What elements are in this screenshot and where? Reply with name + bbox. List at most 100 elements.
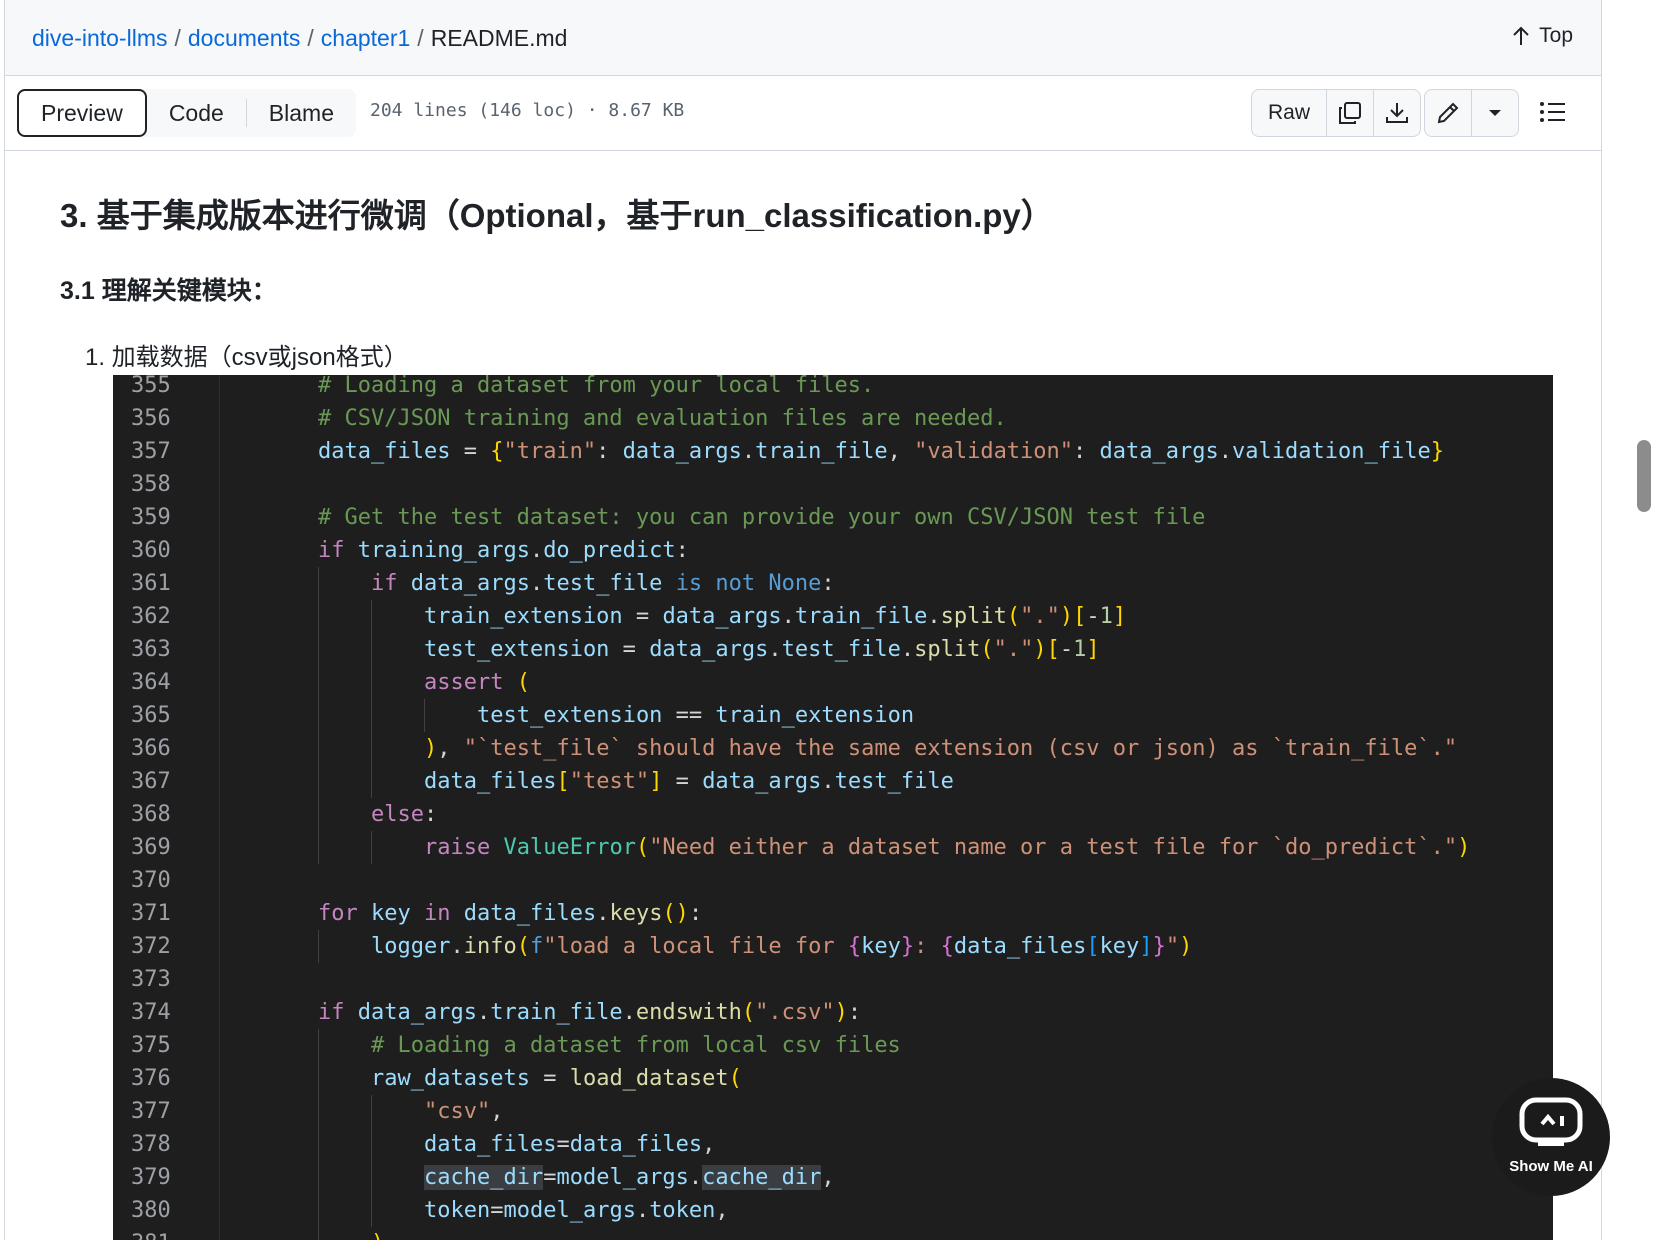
code-line: 376 raw_datasets = load_dataset(	[113, 1062, 1553, 1095]
breadcrumb-chapter-link[interactable]: chapter1	[321, 25, 411, 51]
file-header: dive-into-llms / documents / chapter1/README…	[5, 0, 1601, 76]
indent-guide	[371, 1161, 372, 1194]
line-number: 370	[131, 868, 171, 893]
indent-guide	[318, 831, 319, 864]
indent-guide	[424, 699, 425, 732]
breadcrumb-documents-link[interactable]: documents	[188, 25, 301, 51]
code-line: 359 # Get the test dataset: you can provi…	[113, 501, 1553, 534]
code-line: 370	[113, 864, 1553, 897]
page-scrollbar[interactable]	[1637, 440, 1651, 512]
line-number: 359	[131, 505, 171, 530]
code-text: data_files["test"] = data_args.test_file	[424, 769, 954, 794]
indent-guide	[318, 633, 319, 666]
code-text: logger.info(f"load a local file for {key…	[371, 934, 1193, 959]
indent-guide	[318, 1029, 319, 1062]
indent-guide	[318, 567, 319, 600]
indent-guide	[371, 732, 372, 765]
code-line: 364 assert (	[113, 666, 1553, 699]
code-line: 369 raise ValueError("Need either a datas…	[113, 831, 1553, 864]
code-line: 358	[113, 468, 1553, 501]
breadcrumb-separator: /	[307, 25, 314, 51]
outline-button[interactable]	[1539, 100, 1567, 129]
show-me-ai-label: Show Me AI	[1509, 1158, 1593, 1175]
edit-options-dropdown[interactable]	[1471, 90, 1518, 136]
tab-blame[interactable]: Blame	[247, 89, 356, 137]
code-text: raise ValueError("Need either a dataset …	[424, 835, 1471, 860]
file-info: 204 lines (146 loc) · 8.67 KB	[370, 100, 685, 121]
raw-button[interactable]: Raw	[1252, 90, 1326, 136]
line-number: 376	[131, 1066, 171, 1091]
indent-guide	[318, 600, 319, 633]
code-text: # Loading a dataset from your local file…	[318, 375, 875, 398]
line-number: 362	[131, 604, 171, 629]
file-toolbar: Preview Code Blame 204 lines (146 loc) ·…	[5, 76, 1601, 151]
line-number: 373	[131, 967, 171, 992]
code-text: assert (	[424, 670, 530, 695]
indent-guide	[371, 765, 372, 798]
breadcrumb-repo-link[interactable]: dive-into-llms	[32, 25, 167, 51]
code-text: # Loading a dataset from local csv files	[371, 1033, 901, 1058]
tab-code[interactable]: Code	[147, 89, 246, 137]
view-mode-tabs: Preview Code Blame	[17, 89, 356, 137]
breadcrumb: dive-into-llms / documents / chapter1/README…	[32, 22, 567, 54]
line-number: 371	[131, 901, 171, 926]
line-number: 366	[131, 736, 171, 761]
code-line: 380 token=model_args.token,	[113, 1194, 1553, 1227]
code-text: if training_args.do_predict:	[318, 538, 689, 563]
code-line: 355 # Loading a dataset from your local f…	[113, 375, 1553, 402]
list-unordered-icon	[1540, 102, 1565, 122]
line-number: 367	[131, 769, 171, 794]
code-text: if data_args.train_file.endswith(".csv")…	[318, 1000, 862, 1025]
line-number: 381	[131, 1227, 191, 1240]
line-number: 363	[131, 637, 171, 662]
indent-guide	[371, 699, 372, 732]
robot-icon	[1519, 1097, 1583, 1146]
indent-guide	[318, 1194, 319, 1227]
pencil-icon	[1437, 102, 1459, 124]
line-number: 365	[131, 703, 171, 728]
indent-guide	[371, 666, 372, 699]
code-text: train_extension = data_args.train_file.s…	[424, 604, 1127, 629]
indent-guide	[371, 633, 372, 666]
code-line: 365 test_extension == train_extension	[113, 699, 1553, 732]
download-button[interactable]	[1373, 90, 1420, 136]
copy-icon	[1339, 102, 1361, 124]
line-number: 358	[131, 472, 171, 497]
caret-down-icon	[1489, 110, 1501, 116]
code-text: "csv",	[424, 1099, 504, 1124]
file-actions-group: Raw	[1251, 89, 1421, 137]
indent-guide	[318, 732, 319, 765]
indent-guide	[318, 1128, 319, 1161]
code-line: 374 if data_args.train_file.endswith(".cs…	[113, 996, 1553, 1029]
edit-button[interactable]	[1425, 90, 1471, 136]
code-screenshot: 355 # Loading a dataset from your local f…	[113, 375, 1553, 1240]
copy-button[interactable]	[1326, 90, 1373, 136]
markdown-body: 3. 基于集成版本进行微调（Optional，基于run_classificat…	[5, 151, 1601, 1240]
file-view-panel: dive-into-llms / documents / chapter1/README…	[4, 0, 1602, 1240]
code-line: 379 cache_dir=model_args.cache_dir,	[113, 1161, 1553, 1194]
indent-guide	[318, 666, 319, 699]
subsection-heading: 3.1 理解关键模块：	[60, 277, 277, 305]
code-text: test_extension = data_args.test_file.spl…	[424, 637, 1100, 662]
line-number: 357	[131, 439, 171, 464]
code-line: 375 # Loading a dataset from local csv fi…	[113, 1029, 1553, 1062]
code-text: raw_datasets = load_dataset(	[371, 1066, 742, 1091]
code-line: 372 logger.info(f"load a local file for {…	[113, 930, 1553, 963]
indent-guide	[318, 798, 319, 831]
show-me-ai-button[interactable]: Show Me AI	[1492, 1078, 1610, 1196]
arrow-up-icon	[1513, 26, 1529, 45]
download-icon	[1386, 103, 1408, 123]
line-number: 380	[131, 1198, 171, 1223]
code-line: 360 if training_args.do_predict:	[113, 534, 1553, 567]
line-number: 364	[131, 670, 171, 695]
line-number: 375	[131, 1033, 171, 1058]
top-button[interactable]: Top	[1511, 24, 1573, 48]
code-text: for key in data_files.keys():	[318, 901, 703, 926]
code-line: 363 test_extension = data_args.test_file.…	[113, 633, 1553, 666]
indent-guide	[371, 831, 372, 864]
tab-preview[interactable]: Preview	[17, 89, 147, 137]
indent-guide	[318, 1161, 319, 1194]
breadcrumb-current-file: README.md	[430, 25, 568, 51]
code-text: # CSV/JSON training and evaluation files…	[318, 406, 1007, 431]
code-text: data_files = {"train": data_args.train_f…	[318, 439, 1444, 464]
